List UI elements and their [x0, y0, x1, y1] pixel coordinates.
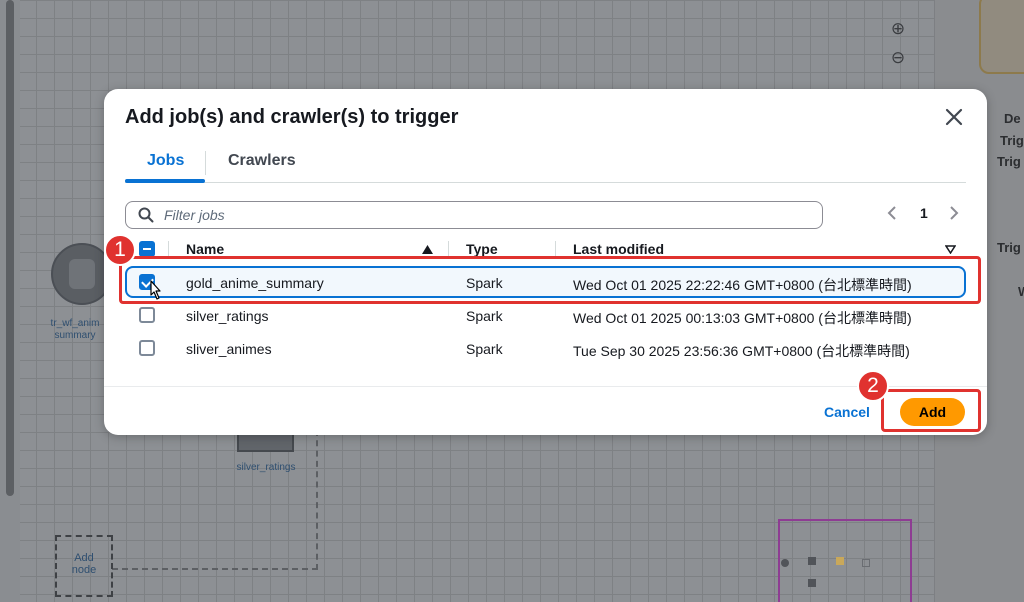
left-scrollbar[interactable]	[6, 0, 14, 496]
footer-divider	[104, 386, 987, 387]
highlight-box-add	[881, 389, 981, 432]
right-panel-text: Trig	[1000, 133, 1024, 148]
active-tab-indicator	[125, 179, 205, 183]
add-node-button[interactable]: Add node	[55, 535, 113, 597]
column-header-last-modified[interactable]: Last modified	[573, 241, 664, 257]
sort-descending-icon[interactable]	[945, 245, 956, 254]
minimap-node	[836, 557, 844, 565]
step-badge-1: 1	[104, 234, 136, 266]
trigger-node-label: tr_wf_anim summary	[50, 318, 100, 341]
column-header-name[interactable]: Name	[186, 241, 224, 257]
right-panel-text: Trig	[997, 240, 1021, 255]
zoom-out-icon[interactable]: ⊖	[887, 47, 909, 69]
minimap-node	[781, 559, 789, 567]
row-checkbox[interactable]	[139, 340, 155, 356]
tab-bar: Jobs Crawlers	[125, 148, 966, 183]
job-name: sliver_animes	[186, 341, 272, 357]
table-row[interactable]: sliver_animes Spark Tue Sep 30 2025 23:5…	[125, 332, 966, 364]
sort-ascending-icon[interactable]	[422, 245, 433, 254]
row-checkbox[interactable]	[139, 307, 155, 323]
right-panel-text: De	[1004, 111, 1021, 126]
right-panel-text: W	[1018, 284, 1024, 299]
tab-divider	[205, 151, 206, 175]
cancel-button[interactable]: Cancel	[824, 404, 870, 420]
step-badge-2: 2	[857, 370, 889, 402]
job-last-modified: Wed Oct 01 2025 00:13:03 GMT+0800 (台北標準時…	[573, 310, 912, 326]
search-icon	[138, 207, 154, 223]
job-node-label: silver_ratings	[236, 462, 296, 473]
zoom-in-icon[interactable]: ⊕	[887, 18, 909, 40]
search-input[interactable]	[164, 205, 804, 225]
minimap-node	[808, 557, 816, 565]
tab-jobs[interactable]: Jobs	[147, 152, 184, 170]
minimap-node	[808, 579, 816, 587]
job-name: silver_ratings	[186, 308, 269, 324]
minimap-node	[862, 559, 870, 567]
tab-crawlers[interactable]: Crawlers	[228, 152, 296, 170]
current-page-number[interactable]: 1	[920, 205, 928, 225]
minimap[interactable]	[778, 519, 912, 602]
highlight-box-row	[119, 256, 981, 304]
filter-jobs-search	[125, 201, 823, 229]
select-all-checkbox[interactable]	[139, 241, 155, 257]
traffic-light-icon	[69, 259, 95, 289]
connector-line	[316, 430, 318, 570]
connector-line	[112, 568, 318, 570]
modal-title: Add job(s) and crawler(s) to trigger	[125, 106, 459, 128]
right-panel-text: Trig	[997, 154, 1021, 169]
right-panel-card	[979, 0, 1024, 74]
next-page-icon[interactable]	[949, 205, 959, 225]
job-type: Spark	[466, 341, 503, 357]
job-type: Spark	[466, 308, 503, 324]
mouse-cursor-icon	[150, 280, 161, 300]
close-icon[interactable]	[942, 105, 966, 129]
column-header-type[interactable]: Type	[466, 241, 498, 257]
previous-page-icon[interactable]	[887, 205, 897, 225]
job-last-modified: Tue Sep 30 2025 23:56:36 GMT+0800 (台北標準時…	[573, 343, 910, 359]
